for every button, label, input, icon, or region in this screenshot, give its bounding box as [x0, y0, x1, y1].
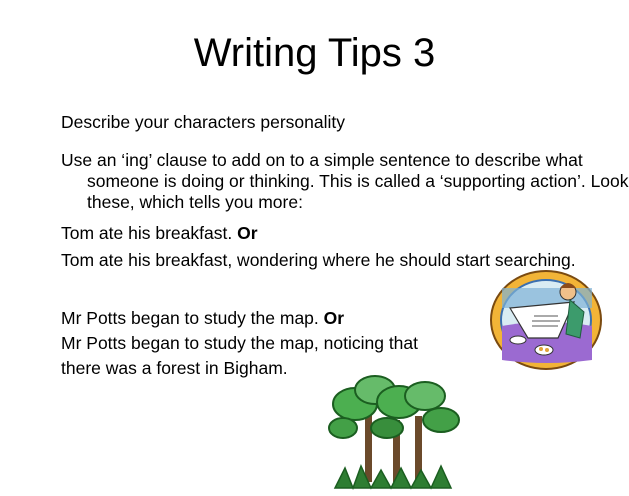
example2-extended-line2: there was a forest in Bigham.: [61, 358, 288, 378]
example2-simple-line: Mr Potts began to study the map. Or: [61, 308, 344, 329]
example2-simple: Mr Potts began to study the map.: [61, 308, 319, 328]
slide-title: Writing Tips 3: [193, 31, 436, 75]
subheading: Describe your characters personality: [61, 112, 346, 132]
example1-simple: Tom ate his breakfast.: [61, 223, 233, 243]
instruction-text: Use an ‘ing’ clause to add on to a simpl…: [61, 150, 629, 212]
newspaper-reader-clipart: [490, 270, 602, 370]
example2-or: Or: [323, 308, 345, 328]
forest-trees-clipart: [328, 375, 460, 490]
example1-or: Or: [237, 223, 258, 243]
example1-simple-line: Tom ate his breakfast. Or: [61, 223, 258, 244]
example2-extended-line1: Mr Potts began to study the map, noticin…: [61, 333, 419, 353]
